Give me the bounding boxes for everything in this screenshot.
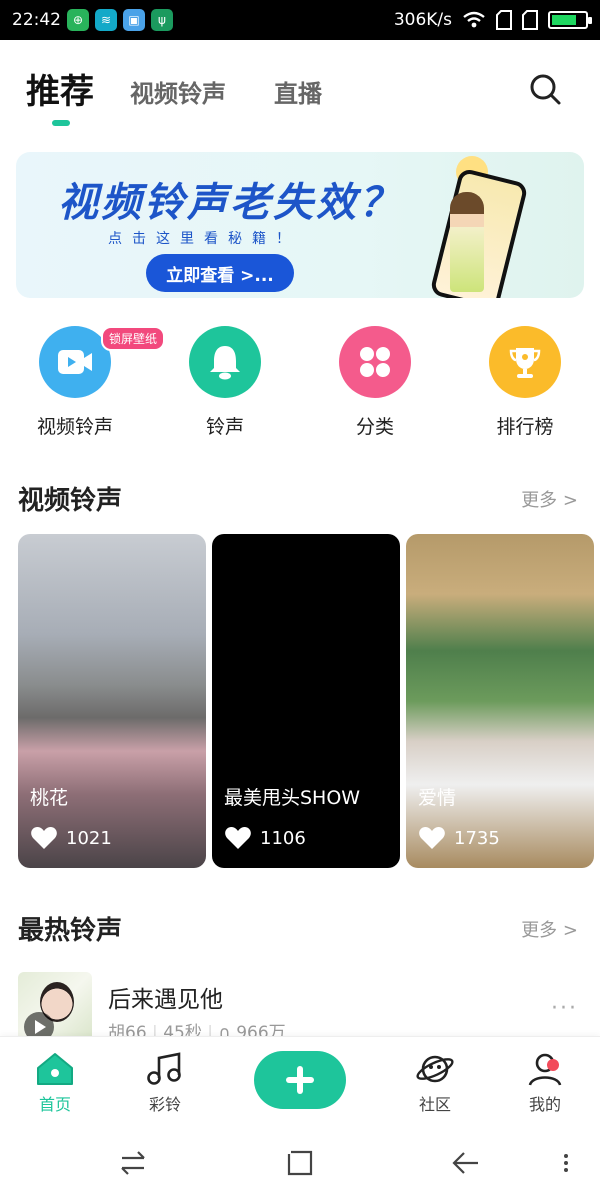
back-icon[interactable] [450, 1148, 480, 1178]
status-right: 306K/s [393, 10, 592, 30]
bottom-nav: 首页 彩铃 社区 我的 [0, 1036, 600, 1128]
tab-recommend[interactable]: 推荐 [26, 64, 94, 113]
quick-entry-label: 分类 [355, 416, 394, 438]
create-button[interactable] [254, 1051, 346, 1109]
lockscreen-wallpaper-badge: 锁屏壁纸 [101, 326, 166, 351]
status-left: 22:42 ⊕ ≋ ▣ ψ [12, 9, 173, 31]
like-count: 1106 [260, 827, 306, 849]
usb-icon: ψ [151, 9, 173, 31]
video-title: 爱情 [418, 787, 457, 809]
menu-icon[interactable] [556, 1148, 576, 1178]
nav-label: 首页 [38, 1095, 71, 1114]
home-icon [37, 1053, 73, 1085]
banner-person-illustration [450, 192, 484, 292]
quick-entry-ringtone[interactable]: 铃声 [165, 320, 285, 439]
banner-subtitle: 点击这里看秘籍！ [108, 231, 300, 247]
status-bar: 22:42 ⊕ ≋ ▣ ψ 306K/s [0, 0, 600, 40]
notification-app-icon: ≋ [95, 9, 117, 31]
search-icon[interactable] [528, 72, 562, 106]
net-speed: 306K/s [393, 10, 452, 30]
banner-view-button[interactable]: 立即查看 >... [146, 254, 294, 292]
video-likes: 1021 [30, 826, 112, 850]
system-nav-bar [0, 1128, 600, 1200]
status-time: 22:42 [12, 10, 61, 30]
song-name: 后来遇见他 [108, 987, 223, 1013]
tab-indicator [52, 120, 70, 126]
promo-banner[interactable]: 视频铃声老失效？ 点击这里看秘籍！ 立即查看 >... [16, 152, 584, 298]
video-more-link[interactable]: 更多 > [521, 486, 578, 512]
banner-title: 视频铃声老失效？ [58, 180, 402, 226]
heart-icon [225, 827, 251, 849]
heart-icon [419, 827, 445, 849]
nav-community[interactable]: 社区 [385, 1051, 485, 1115]
plus-icon [286, 1066, 314, 1094]
quick-entry-ranking[interactable]: 排行榜 [465, 320, 585, 439]
bell-icon [189, 326, 261, 398]
quick-entry-label: 视频铃声 [36, 416, 113, 438]
nav-label: 我的 [528, 1095, 561, 1114]
nav-label: 彩铃 [148, 1095, 181, 1114]
quick-entry-label: 铃声 [205, 416, 244, 438]
home-square-icon[interactable] [285, 1148, 315, 1178]
like-count: 1021 [66, 827, 112, 849]
notification-app-icon: ▣ [123, 9, 145, 31]
nav-home[interactable]: 首页 [5, 1051, 105, 1115]
quick-entries: 视频铃声 锁屏壁纸 铃声 分类 排行榜 [0, 320, 600, 450]
quick-entry-label: 排行榜 [496, 416, 554, 438]
video-card[interactable]: 桃花 1021 [18, 534, 206, 868]
section-title: 最热铃声 [18, 916, 123, 946]
song-cover [18, 972, 92, 1046]
sim-icon [496, 10, 512, 30]
video-card[interactable]: 最美甩头SHOW 1106 [212, 534, 400, 868]
trophy-icon [489, 326, 561, 398]
video-card[interactable]: 爱情 1735 [406, 534, 594, 868]
video-section-header: 视频铃声 更多 > [0, 480, 600, 520]
like-count: 1735 [454, 827, 500, 849]
video-likes: 1106 [224, 826, 306, 850]
grid-icon [339, 326, 411, 398]
battery-icon [548, 11, 592, 29]
tab-live[interactable]: 直播 [274, 74, 322, 109]
nav-ringtone[interactable]: 彩铃 [115, 1051, 215, 1115]
video-title: 桃花 [30, 787, 69, 809]
hot-more-link[interactable]: 更多 > [521, 916, 578, 942]
sim-icon [522, 10, 538, 30]
song-row[interactable]: 后来遇见他 胡66 | 45秒 | ∩ 966万 ··· [0, 970, 600, 1046]
notification-app-icon: ⊕ [67, 9, 89, 31]
top-tabs: 推荐 视频铃声 直播 [0, 40, 600, 140]
tab-video-ringtone[interactable]: 视频铃声 [130, 74, 226, 109]
battery-level [552, 15, 576, 25]
nav-mine[interactable]: 我的 [495, 1051, 595, 1115]
heart-icon [31, 827, 57, 849]
nav-label: 社区 [418, 1095, 451, 1114]
section-title: 视频铃声 [18, 486, 123, 516]
music-note-icon [147, 1052, 181, 1085]
hot-section-header: 最热铃声 更多 > [0, 910, 600, 950]
notification-dot [547, 1059, 559, 1071]
more-options-icon[interactable]: ··· [551, 996, 578, 1021]
quick-entry-category[interactable]: 分类 [315, 320, 435, 439]
wifi-icon [463, 11, 485, 28]
planet-icon [416, 1055, 454, 1083]
video-title: 最美甩头SHOW [224, 787, 361, 809]
video-likes: 1735 [418, 826, 500, 850]
user-icon [528, 1053, 562, 1086]
switch-apps-icon[interactable] [118, 1148, 148, 1178]
quick-entry-video-ringtone[interactable]: 视频铃声 锁屏壁纸 [15, 320, 166, 439]
